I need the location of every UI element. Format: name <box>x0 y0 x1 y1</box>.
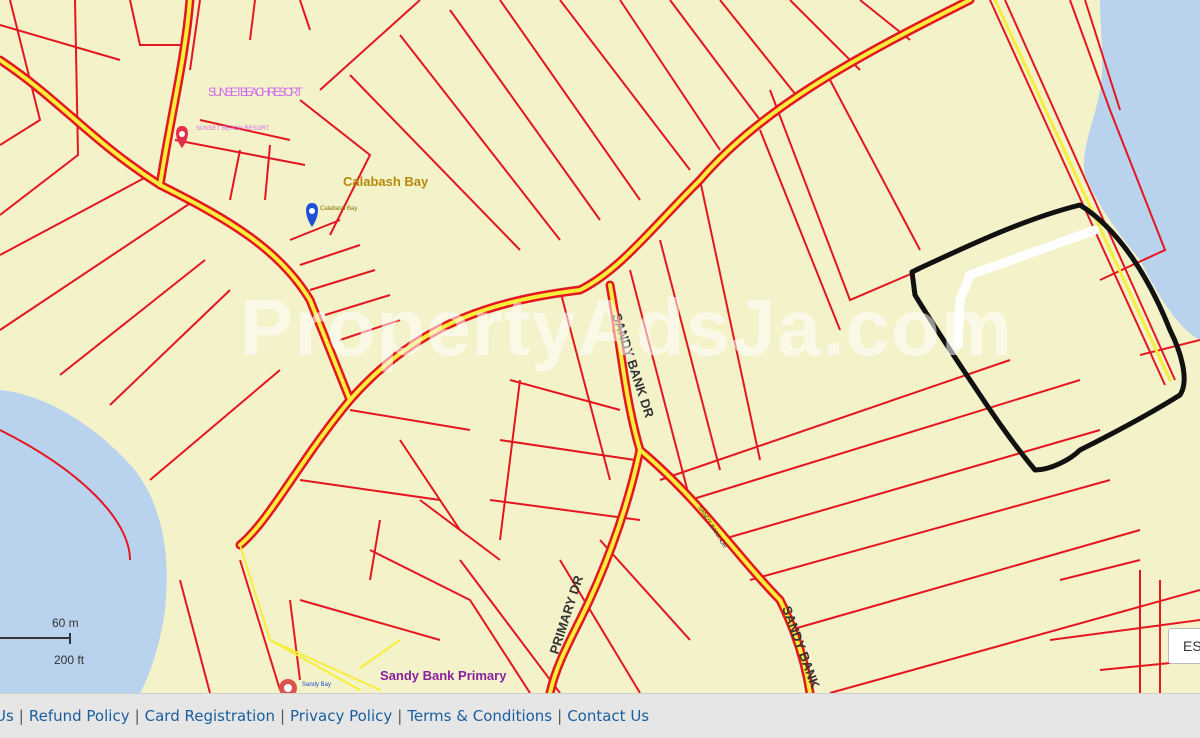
footer-link-contact-us[interactable]: Contact Us <box>567 707 649 725</box>
footer-link-about[interactable]: Us <box>0 707 14 725</box>
resort-label-small: SUNSET BEACH RESORT <box>196 126 269 132</box>
scale-imperial: 200 ft <box>54 653 85 667</box>
footer-separator: | <box>279 707 286 725</box>
footer-link-terms[interactable]: Terms & Conditions <box>407 707 552 725</box>
footer-link-refund-policy[interactable]: Refund Policy <box>29 707 130 725</box>
resort-label: SUNSET BEACH RESORT <box>208 85 304 99</box>
footer-separator: | <box>134 707 140 725</box>
land-area <box>0 0 1200 693</box>
footer-separator: | <box>18 707 24 725</box>
footer-bar: Us | Refund Policy | Card Registration |… <box>0 693 1200 738</box>
footer-separator: | <box>397 707 403 725</box>
scale-metric: 60 m <box>52 616 79 630</box>
school-label: Sandy Bank Primary <box>380 668 507 683</box>
footer-link-privacy-policy[interactable]: Privacy Policy <box>290 707 392 725</box>
map-svg[interactable]: SUNSET BEACH RESORT SUNSET BEACH RESORT … <box>0 0 1200 693</box>
footer-separator: | <box>557 707 563 725</box>
calabash-label: Calabash Bay <box>343 174 429 189</box>
search-input[interactable]: EST <box>1168 628 1200 664</box>
map-canvas[interactable]: SUNSET BEACH RESORT SUNSET BEACH RESORT … <box>0 0 1200 693</box>
school-label-small: Sandy Bay <box>302 682 331 688</box>
footer-link-card-registration[interactable]: Card Registration <box>145 707 275 725</box>
calabash-label-small: Calabash Bay <box>320 206 357 212</box>
